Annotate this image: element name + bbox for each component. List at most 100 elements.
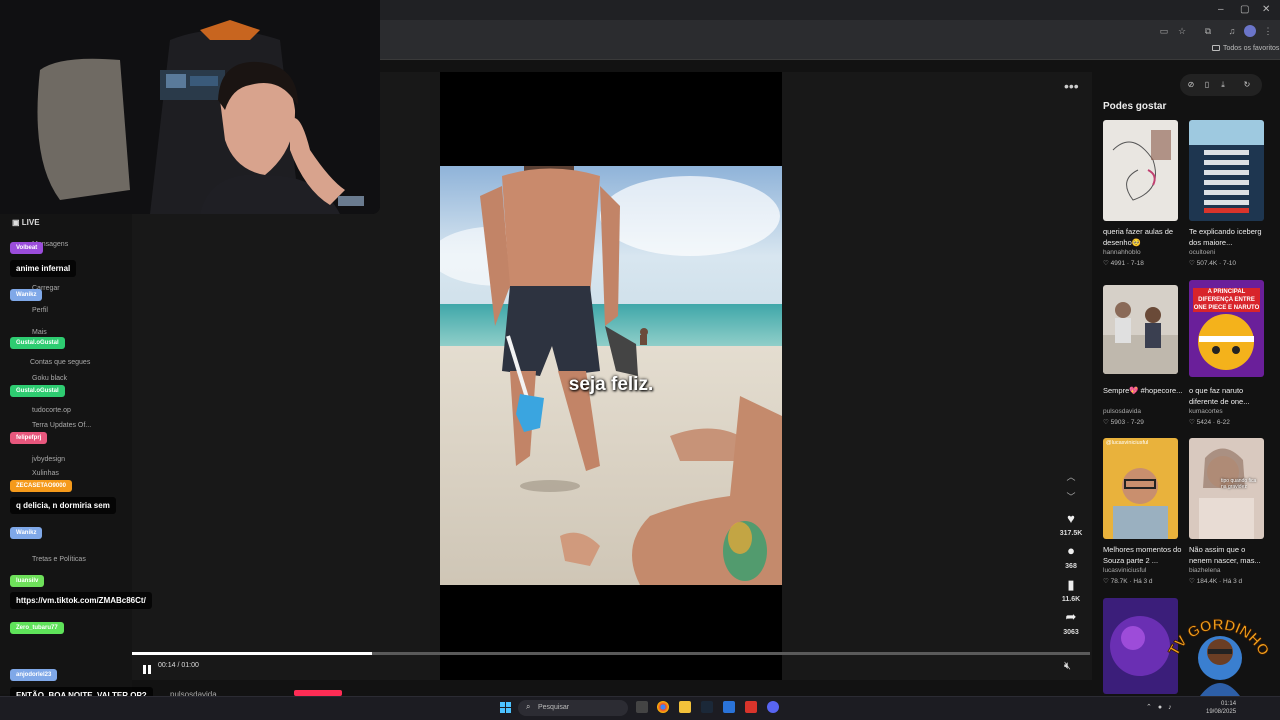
streamer-webcam <box>0 0 380 214</box>
search-icon: ⌕ <box>526 702 531 711</box>
system-tray[interactable]: ⌃●♪ <box>1146 703 1178 711</box>
iceberg-thumbnail-art <box>1189 120 1264 221</box>
steam-icon[interactable] <box>701 701 713 713</box>
following-item[interactable]: Tretas e Políticas <box>32 556 86 563</box>
card-author[interactable]: ocultoeni <box>1189 249 1215 256</box>
card-title[interactable]: o que faz naruto diferente de one... <box>1189 385 1269 407</box>
card-stats: ♡ 4991 · 7-18 <box>1103 260 1144 267</box>
chat-username: Wanikz <box>10 527 43 539</box>
video-caption: seja feliz. <box>568 374 654 395</box>
chrome-icon[interactable] <box>657 701 669 713</box>
following-item[interactable]: Terra Updates Of... <box>32 422 91 429</box>
thumbnail-iceberg[interactable] <box>1189 120 1264 221</box>
thumbnail-naruto[interactable]: A PRINCIPAL DIFERENÇA ENTRE ONE PIECE E … <box>1189 280 1264 377</box>
file-explorer-icon[interactable] <box>679 701 691 713</box>
discord-icon[interactable] <box>767 701 779 713</box>
progress-bar[interactable] <box>132 652 1090 655</box>
drawing-thumbnail-art <box>1112 130 1171 201</box>
chat-username: Gustal.oGustal <box>10 337 65 349</box>
hopecore-thumbnail-art <box>1103 302 1178 374</box>
task-view-icon[interactable] <box>636 701 648 713</box>
card-stats: ♡ 5903 · 7-29 <box>1103 419 1144 426</box>
card-author[interactable]: biazhelena <box>1189 567 1220 574</box>
app-icon[interactable] <box>745 701 757 713</box>
card-stats: ♡ 507.4K · 7-10 <box>1189 260 1237 267</box>
card-title[interactable]: queria fazer aulas de desenho🥺 <box>1103 226 1183 248</box>
card-stats: ♡ 78.7K · Há 3 d <box>1103 578 1153 585</box>
extensions-icon[interactable]: ⧉ <box>1202 25 1214 37</box>
chat-message: https://vm.tiktok.com/ZMABc86Ct/ <box>10 592 152 609</box>
share-arrow-icon[interactable]: ➦ <box>1064 610 1078 624</box>
bookmark-star-icon[interactable]: ☆ <box>1176 25 1188 37</box>
taskbar-search-placeholder: Pesquisar <box>538 704 570 711</box>
comment-bubble-icon[interactable]: ● <box>1064 544 1078 558</box>
nav-more[interactable]: Mais <box>32 329 47 336</box>
maximize-button[interactable]: ▢ <box>1240 4 1249 15</box>
volume-mute-icon[interactable]: 🔇︎ <box>1064 660 1071 673</box>
card-author[interactable]: lucasviniciusful <box>1103 567 1146 574</box>
thumbnail-text: A PRINCIPAL DIFERENÇA ENTRE ONE PIECE E … <box>1193 288 1260 312</box>
cast-icon[interactable]: ▭ <box>1158 25 1170 37</box>
media-icon[interactable]: ♫ <box>1226 25 1238 37</box>
next-video-arrow-icon[interactable]: ﹀ <box>1064 490 1078 503</box>
time-readout: 00:14 / 01:00 <box>158 662 199 669</box>
profile-avatar[interactable] <box>1244 25 1256 37</box>
live-icon: ▣ <box>12 218 22 227</box>
following-item[interactable]: jvbydesign <box>32 456 65 463</box>
thumbnail-hopecore[interactable] <box>1103 285 1178 374</box>
card-author[interactable]: pulsosdavida <box>1103 408 1141 415</box>
device-icon[interactable]: ▯ <box>1201 79 1213 91</box>
webcam-scene <box>0 0 380 214</box>
card-stats: ♡ 184.4K · Há 3 d <box>1189 578 1243 585</box>
thumbnail-text: @lucasviniciusful <box>1106 440 1149 446</box>
thumbnail-text: tipo quando fica na gravidez <box>1221 478 1257 490</box>
like-heart-icon[interactable]: ♥ <box>1064 512 1078 526</box>
comment-count: 368 <box>1065 563 1077 570</box>
settings-icon[interactable]: ⊘ <box>1185 79 1197 91</box>
card-stats: ♡ 5424 · 6-22 <box>1189 419 1230 426</box>
app-icon[interactable] <box>723 701 735 713</box>
following-header: Contas que segues <box>30 359 91 366</box>
card-author[interactable]: hannahhoblo <box>1103 249 1141 256</box>
thumbnail-drawing[interactable] <box>1103 120 1178 221</box>
save-count: 11.6K <box>1061 596 1081 603</box>
minimize-button[interactable]: – <box>1218 4 1224 15</box>
previous-video-arrow-icon[interactable]: ︿ <box>1064 470 1078 483</box>
bookmark-icon[interactable]: ▮ <box>1064 578 1078 592</box>
download-icon[interactable]: ⤓ <box>1217 79 1229 91</box>
refresh-icon[interactable]: ↻ <box>1241 79 1253 91</box>
clock[interactable]: 01:14 19/08/2025 <box>1206 700 1236 716</box>
more-options-icon[interactable]: ••• <box>1064 78 1079 94</box>
pause-icon[interactable] <box>143 661 153 674</box>
card-title[interactable]: Não assim que o nenem nascer, mas... <box>1189 544 1269 566</box>
card-title[interactable]: Te explicando iceberg dos maiore... <box>1189 226 1269 248</box>
close-window-button[interactable]: ✕ <box>1262 4 1270 15</box>
like-count: 317.5K <box>1059 530 1083 537</box>
share-count: 3063 <box>1063 629 1079 636</box>
taskbar-search-input[interactable] <box>518 700 628 716</box>
thumbnail-souza[interactable]: @lucasviniciusful <box>1103 438 1178 539</box>
chat-username: felipefprj <box>10 432 48 444</box>
chat-username: Zero_tubaru77 <box>10 622 64 634</box>
chat-username: luansilv <box>10 575 45 587</box>
all-bookmarks-button[interactable]: Todos os favoritos <box>1212 45 1279 52</box>
thumbnail-baby[interactable]: tipo quando fica na gravidez <box>1189 438 1264 539</box>
folder-icon <box>1212 45 1220 52</box>
card-author[interactable]: kumacortes <box>1189 408 1223 415</box>
card-title[interactable]: Sempre💖 #hopecore... <box>1103 385 1183 396</box>
browser-menu-icon[interactable]: ⋮ <box>1262 25 1274 37</box>
card-title[interactable]: Melhores momentos do Souza parte 2 ... <box>1103 544 1183 566</box>
windows-start-icon[interactable] <box>500 702 512 714</box>
following-item[interactable]: Goku black <box>32 375 67 382</box>
following-item[interactable]: Xulinhas <box>32 470 59 477</box>
chat-message: q delicia, n dormiria sem <box>10 497 116 514</box>
progress-fill <box>132 652 372 655</box>
chat-username: Wanikz <box>10 289 43 301</box>
tv-gordinho-badge: TV GORDINHO <box>1160 596 1276 696</box>
chat-username: anjodorlel23 <box>10 669 58 681</box>
nav-profile[interactable]: Perfil <box>32 307 48 314</box>
following-item[interactable]: tudocorte.op <box>32 407 71 414</box>
chat-username: ZECASETAO9000 <box>10 480 72 492</box>
recommendations-title: Podes gostar <box>1103 101 1167 112</box>
chat-message: anime infernal <box>10 260 77 277</box>
